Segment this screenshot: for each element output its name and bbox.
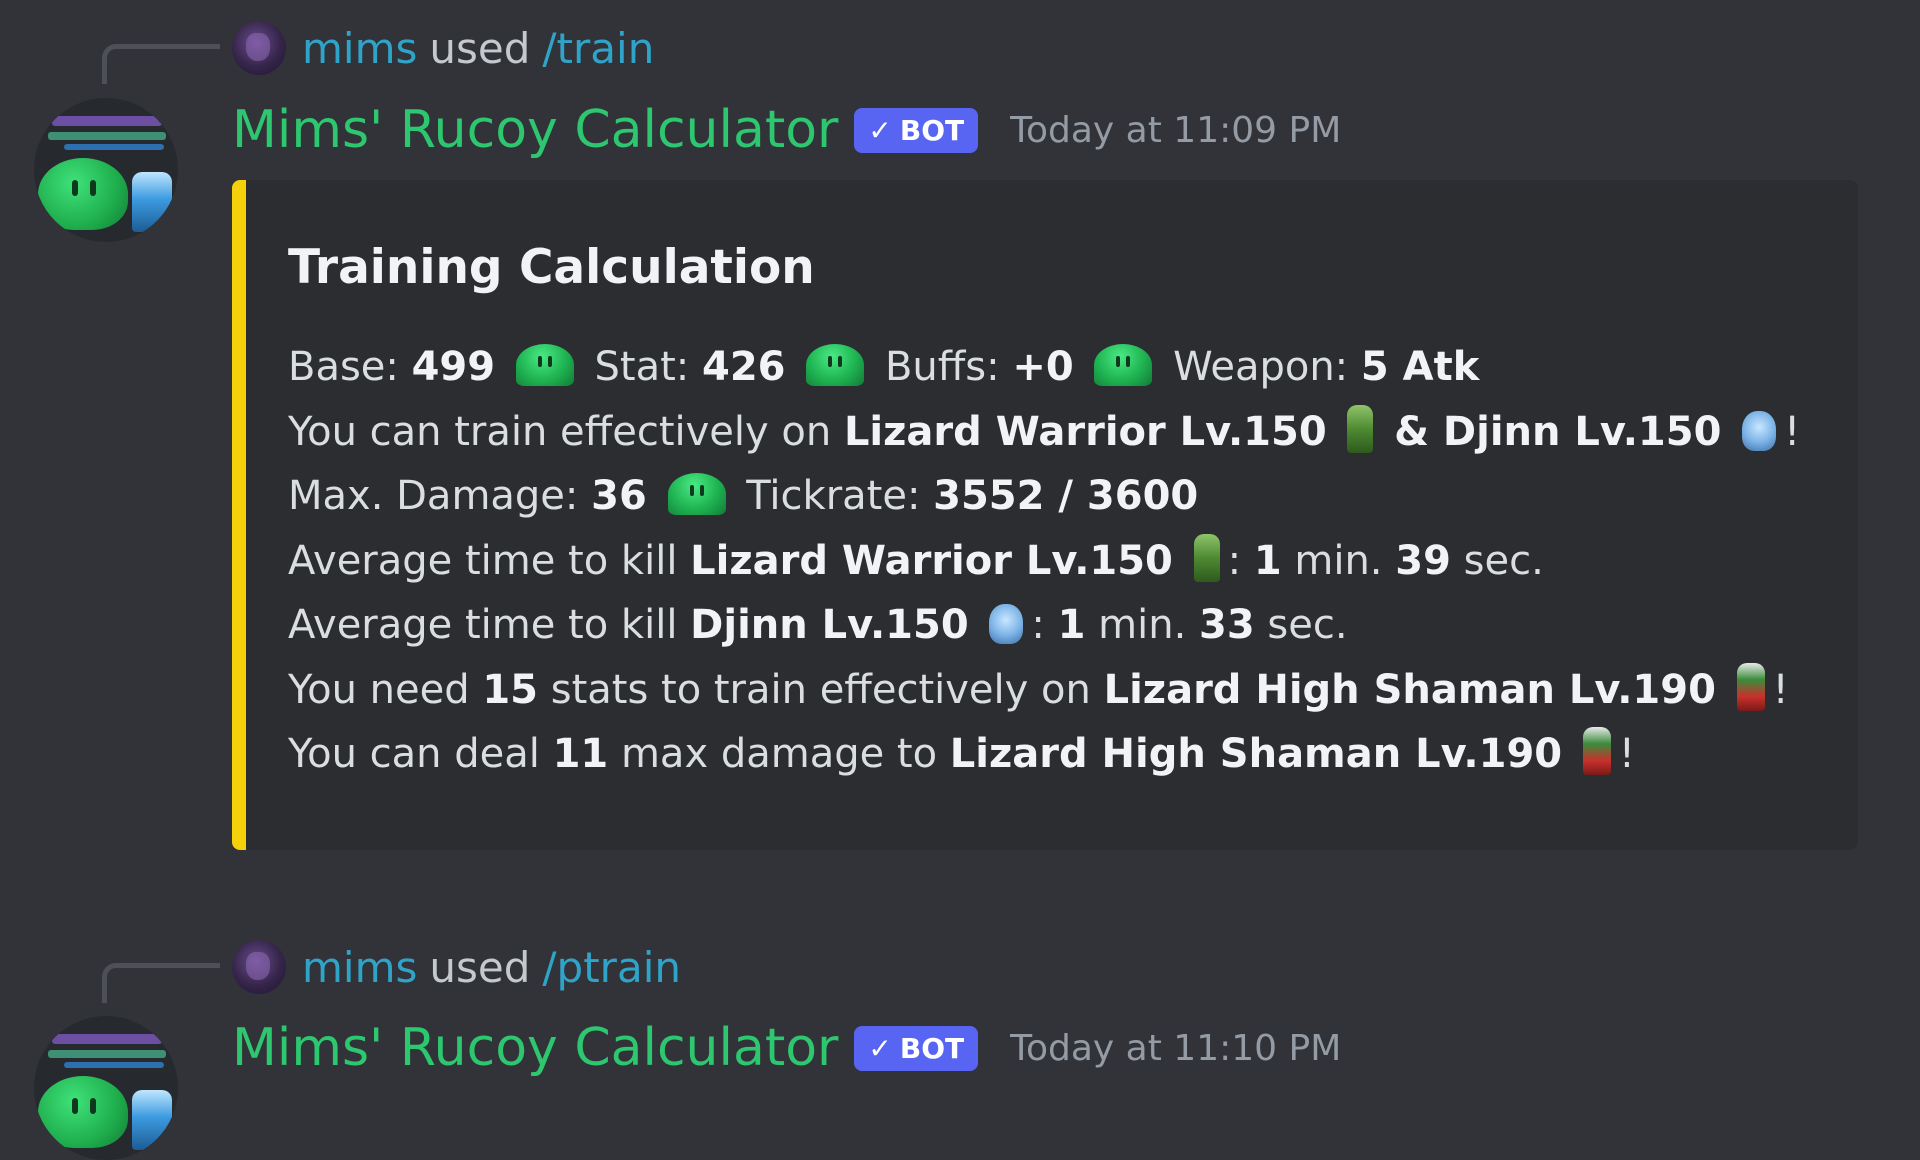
bot-avatar[interactable] [34, 98, 178, 242]
reply-command[interactable]: /train [542, 24, 654, 73]
reply-username[interactable]: mims [302, 943, 417, 992]
reply-username[interactable]: mims [302, 24, 417, 73]
check-icon: ✓ [868, 113, 892, 147]
reply-command[interactable]: /ptrain [542, 943, 681, 992]
reply-reference[interactable]: mims used /train [232, 20, 654, 76]
bot-badge-label: BOT [899, 113, 965, 147]
stat-value: 426 [702, 344, 786, 390]
lizard-high-shaman-icon [1582, 727, 1611, 775]
green-slime-icon [806, 344, 865, 386]
timestamp[interactable]: Today at 11:09 PM [1010, 110, 1341, 151]
embed-line-train-on: You can train effectively on Lizard Warr… [288, 400, 1858, 465]
timestamp[interactable]: Today at 11:10 PM [1010, 1028, 1341, 1069]
embed-line-time-lizard: Average time to kill Lizard Warrior Lv.1… [288, 529, 1858, 594]
embed-card: Training Calculation Base: 499 Stat: 426… [232, 180, 1858, 850]
reply-connector [102, 963, 220, 1003]
djinn-icon [989, 604, 1024, 644]
embed-line-max-damage: Max. Damage: 36 Tickrate: 3552 / 3600 [288, 473, 1199, 519]
author-name[interactable]: Mims' Rucoy Calculator [232, 100, 838, 160]
weapon-value: 5 Atk [1360, 344, 1480, 390]
embed-line-max-deal: You can deal 11 max damage to Lizard Hig… [288, 722, 1858, 787]
check-icon: ✓ [868, 1031, 892, 1065]
green-slime-icon [667, 473, 726, 515]
embed-line-time-djinn: Average time to kill Djinn Lv.150 : 1 mi… [288, 602, 1348, 648]
lizard-warrior-icon [1347, 404, 1374, 453]
message-header: Mims' Rucoy Calculator ✓ BOT Today at 11… [232, 1016, 1341, 1080]
reply-avatar[interactable] [232, 940, 286, 994]
bot-badge: ✓ BOT [854, 107, 979, 153]
buffs-value: +0 [1012, 344, 1074, 390]
djinn-icon [1742, 410, 1777, 451]
reply-used-text: used [429, 23, 531, 73]
base-value: 499 [411, 344, 496, 390]
bot-badge-label: BOT [899, 1031, 965, 1065]
reply-used-text: used [429, 942, 531, 992]
embed-line-stats: Base: 499 Stat: 426 Buffs: +0 Weapon: 5 … [288, 344, 1480, 390]
bot-badge: ✓ BOT [854, 1025, 979, 1071]
knight-icon [132, 172, 172, 232]
green-slime-icon [1094, 344, 1153, 386]
green-slime-icon [515, 344, 574, 386]
knight-icon [132, 1090, 172, 1150]
lizard-warrior-icon [1193, 533, 1220, 582]
bot-avatar[interactable] [34, 1016, 178, 1160]
slime-icon [38, 1076, 128, 1148]
slime-icon [38, 158, 128, 230]
reply-avatar[interactable] [232, 21, 286, 75]
embed-line-stats-needed: You need 15 stats to train effectively o… [288, 658, 1858, 723]
reply-connector [102, 44, 220, 84]
reply-reference[interactable]: mims used /ptrain [232, 939, 681, 995]
author-name[interactable]: Mims' Rucoy Calculator [232, 1018, 838, 1078]
message-header: Mims' Rucoy Calculator ✓ BOT Today at 11… [232, 98, 1341, 162]
embed-title: Training Calculation [288, 240, 815, 295]
lizard-high-shaman-icon [1736, 662, 1765, 711]
